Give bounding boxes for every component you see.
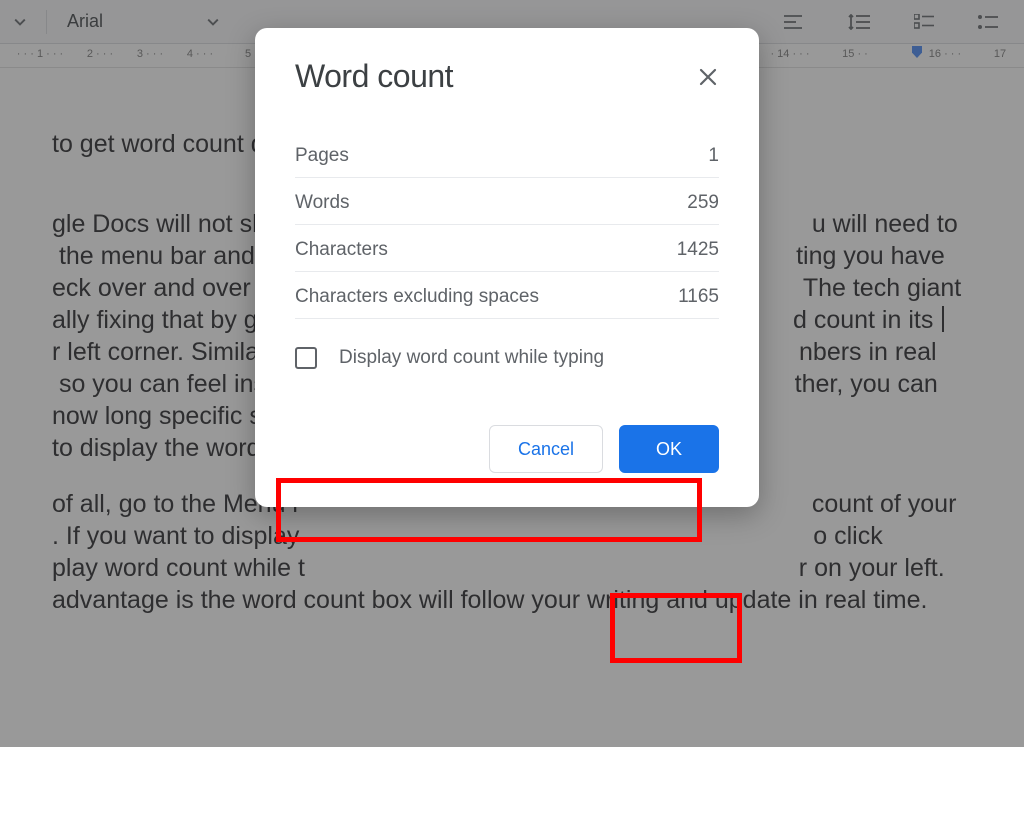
stat-row-pages: Pages 1 bbox=[295, 131, 719, 178]
stat-value: 259 bbox=[687, 192, 719, 214]
stat-row-characters: Characters 1425 bbox=[295, 225, 719, 272]
stat-row-characters-no-spaces: Characters excluding spaces 1165 bbox=[295, 272, 719, 319]
word-count-dialog: Word count Pages 1 Words 259 Characters … bbox=[255, 28, 759, 507]
checkbox-icon[interactable] bbox=[295, 347, 317, 369]
stat-label: Pages bbox=[295, 145, 349, 167]
close-icon[interactable] bbox=[697, 66, 719, 88]
ok-button[interactable]: OK bbox=[619, 425, 719, 473]
stat-value: 1165 bbox=[678, 286, 719, 308]
stat-label: Characters excluding spaces bbox=[295, 286, 539, 308]
stat-label: Characters bbox=[295, 239, 388, 261]
checkbox-label: Display word count while typing bbox=[339, 347, 604, 369]
display-while-typing-option[interactable]: Display word count while typing bbox=[295, 347, 719, 369]
stat-label: Words bbox=[295, 192, 350, 214]
cancel-button[interactable]: Cancel bbox=[489, 425, 603, 473]
dialog-title: Word count bbox=[295, 58, 453, 95]
stat-value: 1 bbox=[708, 145, 719, 167]
stat-row-words: Words 259 bbox=[295, 178, 719, 225]
stat-value: 1425 bbox=[677, 239, 719, 261]
